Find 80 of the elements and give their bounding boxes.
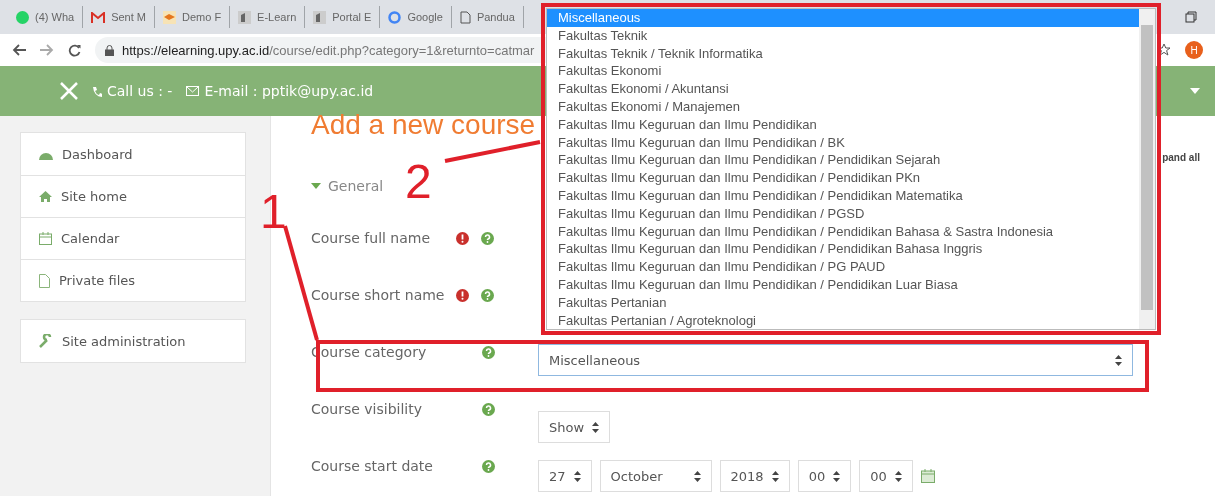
nav-link[interactable]: Private files	[21, 259, 245, 301]
select-field[interactable]: 00	[797, 460, 852, 492]
dropdown-option[interactable]: Fakultas Ilmu Keguruan dan Ilmu Pendidikan / Pendidikan Bahasa & Sastra Indonesia	[547, 222, 1139, 241]
cap-icon	[163, 10, 176, 24]
restore-icon[interactable]	[1185, 11, 1197, 23]
select-field[interactable]: 00	[859, 460, 913, 492]
phone-icon	[92, 85, 102, 97]
help-icon	[482, 403, 495, 416]
dropdown-option[interactable]: Fakultas Ilmu Keguruan dan Ilmu Pendidikan / Pendidikan Bahasa Inggris	[547, 240, 1139, 259]
updown-icon	[592, 421, 600, 433]
chat-icon	[16, 10, 29, 24]
building-icon	[313, 10, 327, 24]
expand-all-link[interactable]: pand all	[1162, 152, 1200, 163]
annotation-number: 1	[260, 188, 287, 236]
dropdown-option[interactable]: Fakultas Ilmu Keguruan dan Ilmu Pendidikan / Pendidikan PKn	[547, 169, 1139, 187]
updown-icon	[1115, 354, 1122, 366]
home-icon	[39, 191, 52, 202]
select-field[interactable]: 2018	[719, 460, 790, 492]
building-icon	[238, 10, 252, 24]
browser-tab[interactable]: (4) Wha	[8, 6, 84, 28]
email-text: E-mail : pptik@upy.ac.id	[186, 83, 374, 99]
help-icon	[482, 460, 495, 473]
nav-link[interactable]: Calendar	[21, 217, 245, 259]
page-title: Add a new course	[311, 110, 536, 140]
browser-tab[interactable]: E-Learn	[230, 6, 306, 28]
dropdown-option[interactable]: Fakultas Ilmu Keguruan dan Ilmu Pendidikan / Pendidikan Sejarah	[547, 151, 1139, 170]
annotation-number: 2	[405, 158, 432, 206]
browser-tab[interactable]: Portal E	[305, 6, 381, 28]
field-label: Course full name	[311, 230, 432, 246]
dropdown-option[interactable]: Fakultas Ilmu Keguruan dan Ilmu Pendidikan / BK	[547, 133, 1139, 152]
updown-icon	[894, 470, 902, 482]
mail-icon	[91, 11, 106, 23]
dropdown-option[interactable]: Fakultas Ilmu Keguruan dan Ilmu Pendidikan / PG PAUD	[547, 258, 1139, 276]
updown-icon	[771, 470, 779, 482]
browser-tab[interactable]: Sent M	[83, 6, 155, 28]
help-icon	[482, 346, 495, 359]
mail-icon	[186, 86, 200, 96]
scrollbar[interactable]	[1139, 9, 1155, 329]
section-toggle[interactable]: General	[311, 178, 384, 194]
field-label: Course visibility	[311, 401, 423, 417]
dropdown-option[interactable]: Fakultas Ilmu Keguruan dan Ilmu Pendidikan / Pendidikan Luar Biasa	[547, 275, 1139, 294]
nav-link[interactable]: Site home	[21, 175, 245, 217]
reload-icon[interactable]	[68, 43, 81, 57]
search-icon	[388, 10, 402, 24]
calendar-icon[interactable]	[920, 469, 935, 483]
calendar-icon	[39, 232, 52, 245]
dropdown-option[interactable]: Fakultas Ekonomi / Manajemen	[547, 98, 1139, 116]
required-icon	[456, 232, 469, 245]
help-icon	[481, 289, 494, 302]
help-icon	[481, 232, 494, 245]
select-field[interactable]: Miscellaneous	[538, 344, 1133, 376]
updown-icon	[573, 470, 581, 482]
updown-icon	[833, 470, 841, 482]
field-label: Course short name	[311, 287, 446, 303]
nav-link[interactable]: Site administration	[21, 320, 245, 362]
lock-icon	[105, 44, 114, 56]
dropdown-option[interactable]: Fakultas Ilmu Keguruan dan Ilmu Pendidikan / Pendidikan Matematika	[547, 186, 1139, 205]
required-icon	[456, 289, 469, 302]
dropdown-option[interactable]: Fakultas Ilmu Keguruan dan Ilmu Pendidikan	[547, 115, 1139, 134]
updown-icon	[693, 470, 701, 482]
select-field[interactable]: October	[599, 460, 712, 492]
dropdown-option[interactable]: Fakultas Pertanian / Agroteknologi	[547, 311, 1139, 329]
browser-tab[interactable]: Demo F	[155, 6, 231, 28]
field-label: Course start date	[311, 458, 434, 474]
dropdown-option[interactable]: Fakultas Teknik / Teknik Informatika	[547, 44, 1139, 63]
dropdown-option[interactable]: Fakultas Teknik	[547, 26, 1139, 45]
select-field[interactable]: Show	[538, 411, 611, 443]
browser-tab[interactable]: Google	[380, 6, 452, 28]
dropdown-option[interactable]: Fakultas Ekonomi / Akuntansi	[547, 80, 1139, 98]
dropdown-option[interactable]: Fakultas Pertanian	[547, 293, 1139, 312]
file-icon	[39, 273, 50, 288]
select-field[interactable]: 27	[538, 460, 592, 492]
back-icon[interactable]	[12, 44, 26, 56]
dropdown-option[interactable]: Fakultas Ilmu Keguruan dan Ilmu Pendidikan / PGSD	[547, 204, 1139, 223]
nav-link[interactable]: Dashboard	[21, 133, 245, 175]
document-icon	[459, 10, 471, 24]
browser-tab[interactable]: Pandua	[451, 6, 524, 28]
phone-text: Call us : -	[92, 83, 173, 99]
dropdown-option[interactable]: Fakultas Ekonomi	[547, 62, 1139, 81]
wrench-icon	[39, 334, 53, 348]
